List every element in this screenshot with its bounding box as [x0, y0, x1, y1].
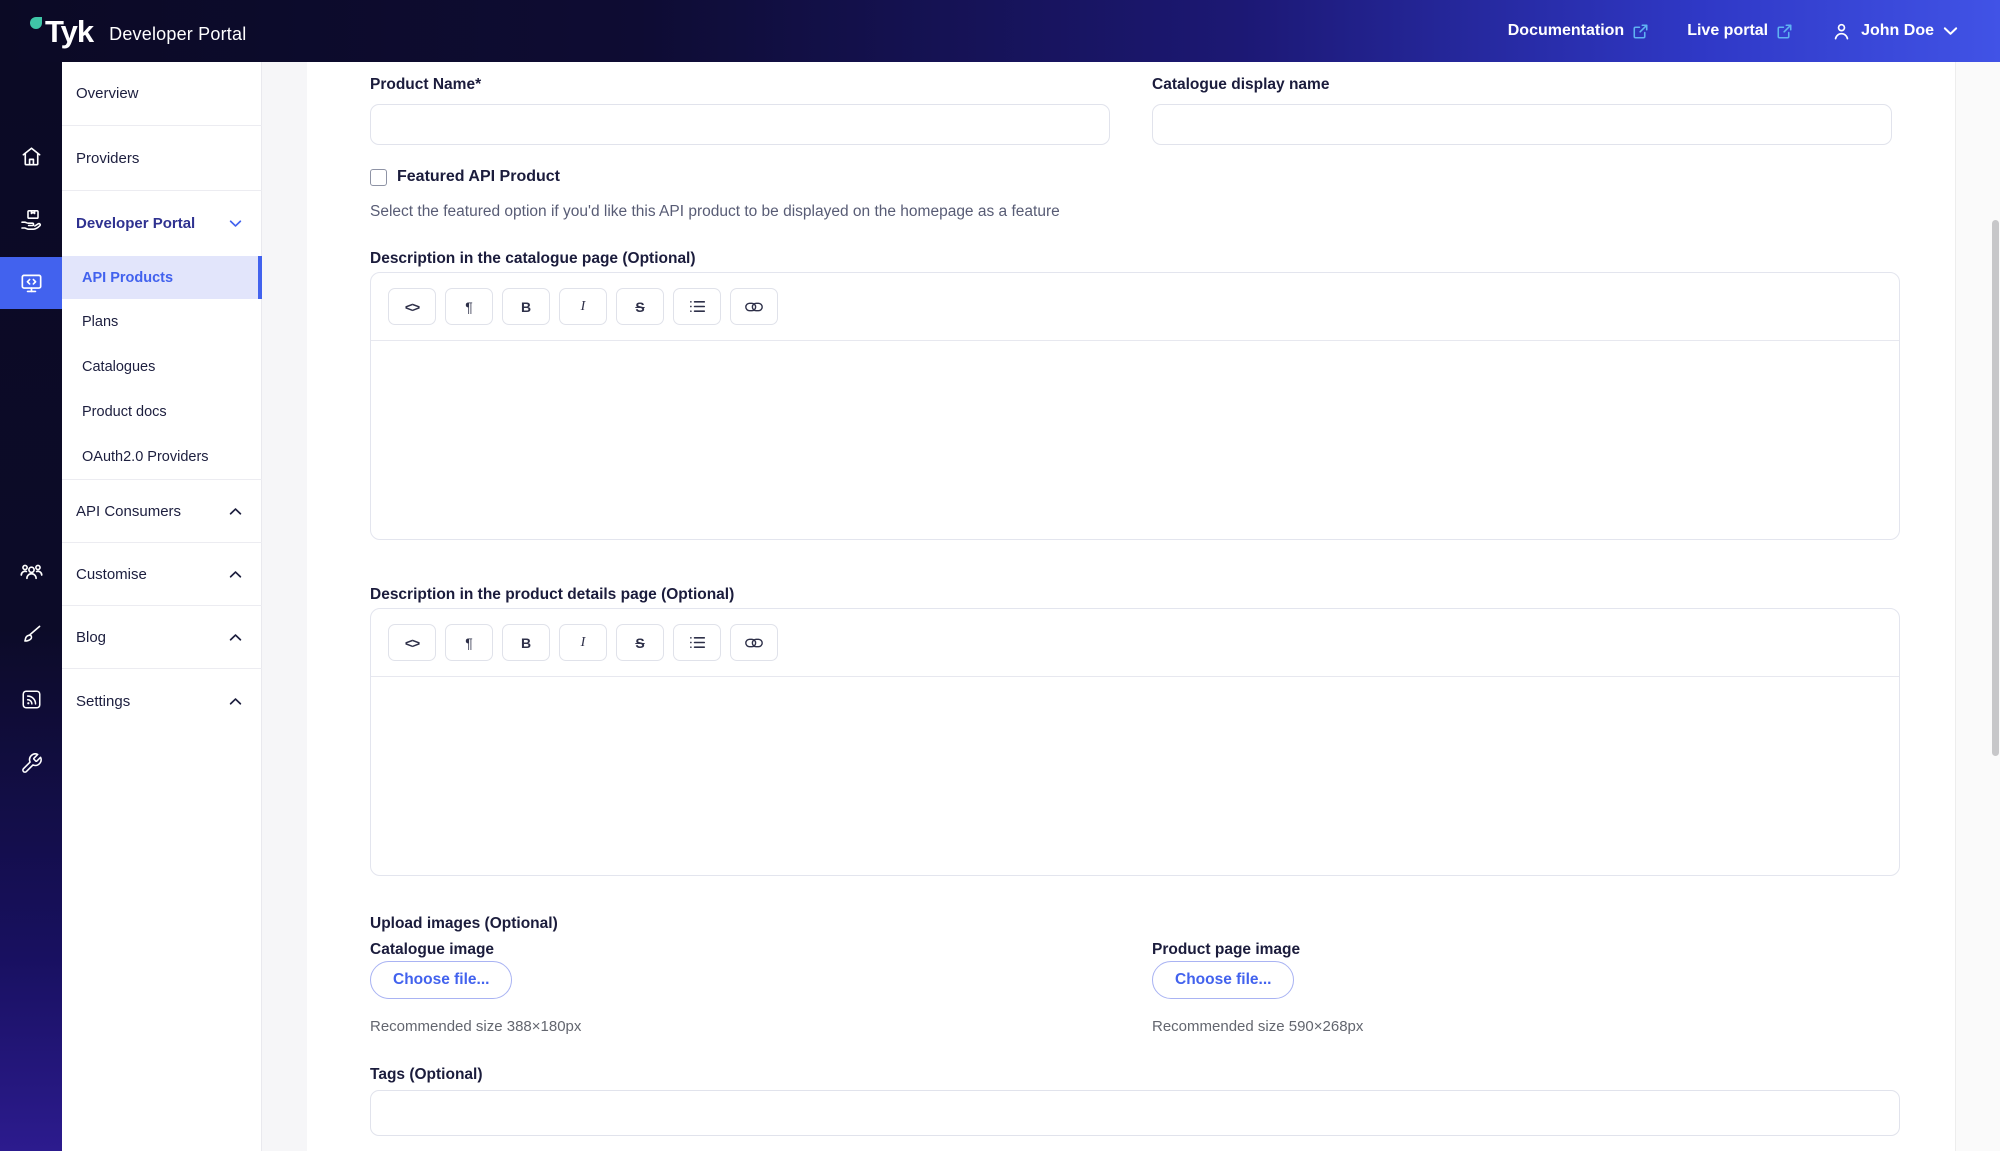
- sidebar-item-label: Customise: [76, 566, 147, 583]
- live-portal-link[interactable]: Live portal: [1687, 22, 1793, 40]
- catalogue-display-name-label: Catalogue display name: [1152, 76, 1329, 94]
- sidebar-item-api-consumers[interactable]: API Consumers: [62, 480, 262, 542]
- italic-button[interactable]: I: [559, 624, 607, 661]
- icon-rail: [0, 62, 62, 1151]
- description-details-editor: <> ¶ B I S: [370, 608, 1900, 876]
- link-button[interactable]: [730, 288, 778, 325]
- sidebar-item-catalogues[interactable]: Catalogues: [62, 344, 262, 389]
- product-page-image-choose-file-button[interactable]: Choose file...: [1152, 961, 1294, 999]
- tags-label: Tags (Optional): [370, 1066, 483, 1084]
- tyk-logo: Tyk: [30, 16, 93, 47]
- description-catalogue-editor: <> ¶ B I S: [370, 272, 1900, 540]
- tyk-leaf-icon: [30, 17, 42, 29]
- description-details-label: Description in the product details page …: [370, 586, 734, 604]
- sidebar-item-oauth-providers[interactable]: OAuth2.0 Providers: [62, 434, 262, 479]
- featured-help-text: Select the featured option if you'd like…: [370, 203, 1060, 221]
- chevron-down-icon: [229, 219, 242, 228]
- link-button[interactable]: [730, 624, 778, 661]
- strikethrough-button[interactable]: S: [616, 624, 664, 661]
- catalogue-display-name-input[interactable]: [1152, 104, 1892, 145]
- chevron-up-icon: [229, 633, 242, 642]
- sidebar-item-label: Overview: [76, 85, 139, 102]
- blog-icon[interactable]: [0, 673, 62, 725]
- editor-toolbar: <> ¶ B I S: [371, 273, 1899, 341]
- sidebar-item-product-docs[interactable]: Product docs: [62, 389, 262, 434]
- product-name-label: Product Name*: [370, 76, 481, 94]
- sidebar-item-label: OAuth2.0 Providers: [82, 449, 209, 465]
- external-link-icon: [1632, 23, 1649, 40]
- sidebar-item-label: Settings: [76, 693, 130, 710]
- home-icon[interactable]: [0, 130, 62, 182]
- bold-button[interactable]: B: [502, 288, 550, 325]
- documentation-link-label: Documentation: [1508, 22, 1624, 40]
- italic-button[interactable]: I: [559, 288, 607, 325]
- brand: Tyk Developer Portal: [30, 16, 246, 47]
- customise-icon[interactable]: [0, 609, 62, 661]
- product-name-input[interactable]: [370, 104, 1110, 145]
- external-link-icon: [1776, 23, 1793, 40]
- featured-checkbox[interactable]: [370, 169, 387, 186]
- top-nav: Documentation Live portal John Doe: [1508, 21, 1958, 42]
- sidebar-menu: Overview Providers Developer Portal API …: [62, 62, 262, 1151]
- developer-portal-icon[interactable]: [0, 257, 62, 309]
- brand-name: Tyk: [45, 14, 93, 49]
- sidebar-item-label: API Products: [82, 270, 173, 286]
- sidebar-item-label: Product docs: [82, 404, 167, 420]
- chevron-down-icon: [1943, 26, 1958, 36]
- editor-content-area[interactable]: [371, 341, 1899, 541]
- description-catalogue-label: Description in the catalogue page (Optio…: [370, 250, 696, 268]
- upload-images-label: Upload images (Optional): [370, 915, 558, 933]
- live-portal-link-label: Live portal: [1687, 22, 1768, 40]
- sidebar-item-developer-portal[interactable]: Developer Portal: [62, 191, 262, 256]
- sidebar-item-label: API Consumers: [76, 503, 181, 520]
- user-name: John Doe: [1861, 22, 1934, 40]
- sidebar-item-label: Plans: [82, 314, 118, 330]
- chevron-up-icon: [229, 570, 242, 579]
- chevron-up-icon: [229, 697, 242, 706]
- sidebar-item-blog[interactable]: Blog: [62, 606, 262, 668]
- bullet-list-button[interactable]: [673, 288, 721, 325]
- sidebar-item-plans[interactable]: Plans: [62, 299, 262, 344]
- sidebar-item-label: Blog: [76, 629, 106, 646]
- page-gutter: [1955, 62, 2000, 1151]
- user-menu[interactable]: John Doe: [1831, 21, 1958, 42]
- product-page-image-label: Product page image: [1152, 941, 1300, 959]
- bullet-list-button[interactable]: [673, 624, 721, 661]
- sidebar-item-api-products[interactable]: API Products: [62, 256, 262, 299]
- sidebar-item-settings[interactable]: Settings: [62, 669, 262, 733]
- paragraph-button[interactable]: ¶: [445, 624, 493, 661]
- catalogue-image-size-hint: Recommended size 388×180px: [370, 1018, 581, 1035]
- featured-checkbox-row: Featured API Product: [370, 168, 560, 186]
- featured-label: Featured API Product: [397, 168, 560, 186]
- editor-content-area[interactable]: [371, 677, 1899, 877]
- user-icon: [1831, 21, 1852, 42]
- code-button[interactable]: <>: [388, 288, 436, 325]
- top-header: Tyk Developer Portal Documentation Live …: [0, 0, 2000, 62]
- sidebar-item-customise[interactable]: Customise: [62, 543, 262, 605]
- settings-icon[interactable]: [0, 737, 62, 789]
- sidebar-item-providers[interactable]: Providers: [62, 126, 262, 190]
- tags-input[interactable]: [370, 1090, 1900, 1136]
- sidebar-item-label: Developer Portal: [76, 215, 195, 232]
- api-consumers-icon[interactable]: [0, 546, 62, 598]
- sidebar-item-overview[interactable]: Overview: [62, 62, 262, 125]
- chevron-up-icon: [229, 507, 242, 516]
- product-page-image-size-hint: Recommended size 590×268px: [1152, 1018, 1363, 1035]
- catalogue-image-choose-file-button[interactable]: Choose file...: [370, 961, 512, 999]
- documentation-link[interactable]: Documentation: [1508, 22, 1649, 40]
- sidebar-item-label: Catalogues: [82, 359, 155, 375]
- bold-button[interactable]: B: [502, 624, 550, 661]
- brand-product-title: Developer Portal: [109, 24, 246, 47]
- code-button[interactable]: <>: [388, 624, 436, 661]
- app-screen: Tyk Developer Portal Documentation Live …: [0, 0, 2000, 1151]
- editor-toolbar: <> ¶ B I S: [371, 609, 1899, 677]
- scrollbar-thumb[interactable]: [1992, 220, 1999, 756]
- sidebar-item-label: Providers: [76, 150, 139, 167]
- product-form: Product Name* Catalogue display name Fea…: [307, 62, 1955, 1151]
- strikethrough-button[interactable]: S: [616, 288, 664, 325]
- paragraph-button[interactable]: ¶: [445, 288, 493, 325]
- providers-icon[interactable]: [0, 194, 62, 246]
- catalogue-image-label: Catalogue image: [370, 941, 494, 959]
